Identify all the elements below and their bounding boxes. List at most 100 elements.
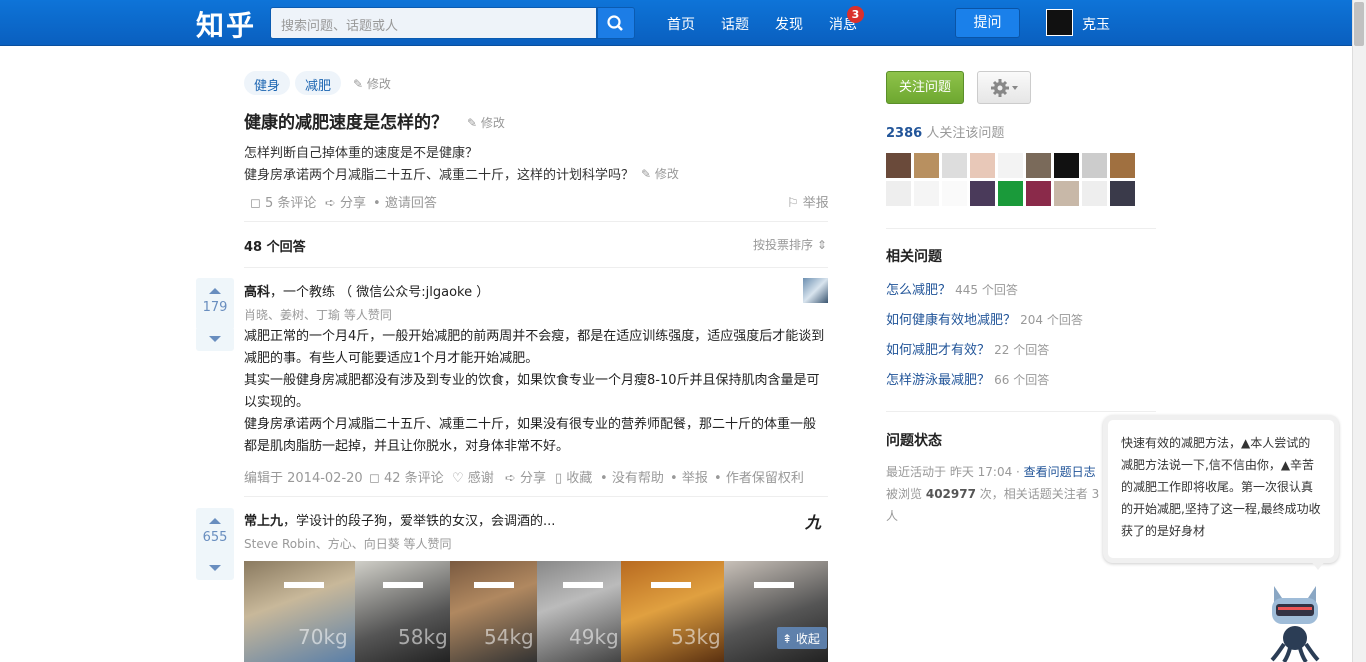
collapse-button[interactable]: ⇞ 收起	[777, 627, 827, 649]
up-arrow-icon	[209, 518, 221, 524]
nav-topics[interactable]: 话题	[721, 14, 749, 34]
nav-explore[interactable]: 发现	[775, 14, 803, 34]
flag-icon: ⚐	[787, 196, 799, 211]
scrollbar-thumb[interactable]	[1354, 2, 1364, 46]
topic-tag-fitness[interactable]: 健身	[244, 71, 291, 95]
collapse-label: 收起	[795, 632, 820, 646]
nav-home[interactable]: 首页	[667, 14, 695, 34]
answer-author-name[interactable]: 高科	[244, 285, 270, 300]
collect-label: 收藏	[566, 471, 593, 486]
status-people: 人	[886, 509, 899, 523]
no-help-link[interactable]: • 没有帮助	[600, 467, 664, 486]
related-questions-title: 相关问题	[886, 249, 942, 265]
thanks-link[interactable]: ♡ 感谢	[452, 467, 494, 486]
divider	[244, 221, 828, 222]
status-views: 被浏览 402977 次，相关话题关注者 3	[886, 485, 1099, 502]
eye-bar	[474, 582, 514, 588]
edit-detail-link[interactable]: ✎ 修改	[641, 165, 679, 182]
search-button[interactable]	[597, 7, 635, 39]
downvote-button[interactable]	[196, 327, 234, 351]
octocat-mascot-icon[interactable]	[1262, 576, 1328, 662]
follower-avatar[interactable]	[1110, 181, 1135, 206]
related-question-link[interactable]: 怎么减肥？	[886, 283, 951, 298]
ask-question-button[interactable]: 提问	[955, 8, 1020, 38]
follower-avatar[interactable]	[886, 153, 911, 178]
divider	[886, 228, 1156, 229]
follow-question-button[interactable]: 关注问题	[886, 71, 964, 104]
follower-avatar[interactable]	[970, 181, 995, 206]
user-avatar[interactable]	[1046, 9, 1073, 36]
follower-avatar[interactable]	[1026, 153, 1051, 178]
invite-answer-label: 邀请回答	[384, 196, 437, 211]
related-question-count: 66 个回答	[994, 373, 1050, 387]
promo-tooltip[interactable]: 快速有效的减肥方法，▲本人尝试的减肥方法说一下,信不信由你，▲辛苦的减肥工作即将…	[1103, 415, 1339, 563]
related-question-link[interactable]: 如何健康有效地减肥？	[886, 313, 1016, 328]
answer-voters[interactable]: Steve Robin、方心、向日葵 等人赞同	[244, 535, 452, 552]
topic-tag-weightloss[interactable]: 减肥	[295, 71, 342, 95]
follower-avatar[interactable]	[1082, 153, 1107, 178]
follower-avatar[interactable]	[1110, 153, 1135, 178]
follower-avatar[interactable]	[942, 153, 967, 178]
answer-report-link[interactable]: • 举报	[670, 467, 708, 486]
page-scrollbar[interactable]	[1352, 0, 1366, 662]
down-arrow-icon	[209, 565, 221, 571]
answer-voters[interactable]: 肖晓、姜树、丁瑜 等人赞同	[244, 306, 392, 323]
downvote-button[interactable]	[196, 556, 234, 580]
follower-avatar[interactable]	[970, 153, 995, 178]
related-question-link[interactable]: 怎样游泳最减肥？	[886, 373, 990, 388]
question-report-label: 举报	[802, 196, 829, 211]
status-activity-text: 最近活动于 昨天 17:04 ·	[886, 465, 1020, 479]
follower-avatar[interactable]	[942, 181, 967, 206]
answer-share-link[interactable]: ➪ 分享	[505, 467, 546, 486]
heart-icon: ♡	[452, 471, 464, 486]
follower-avatar[interactable]	[998, 181, 1023, 206]
answer-author-avatar[interactable]	[803, 278, 828, 303]
user-name[interactable]: 克玉	[1082, 14, 1110, 34]
question-share-link[interactable]: ➪ 分享	[325, 192, 366, 211]
answer-comments-link[interactable]: ◻ 42 条评论	[369, 467, 444, 486]
question-detail-line1: 怎样判断自己掉体重的速度是不是健康？	[244, 146, 479, 161]
collect-link[interactable]: ▯ 收藏	[555, 467, 592, 486]
question-comments-link[interactable]: ◻ 5 条评论	[250, 192, 316, 211]
question-log-link[interactable]: 查看问题日志	[1024, 465, 1096, 479]
search-input[interactable]: 搜索问题、话题或人	[270, 7, 597, 39]
settings-dropdown-button[interactable]	[977, 71, 1031, 104]
answer-edited-date[interactable]: 编辑于 2014-02-20	[244, 467, 363, 486]
pencil-icon: ✎	[641, 167, 652, 181]
rights-notice: • 作者保留权利	[714, 471, 804, 486]
follower-avatar[interactable]	[998, 153, 1023, 178]
follower-avatar[interactable]	[886, 181, 911, 206]
sort-toggle[interactable]: 按投票排序 ⇕	[753, 236, 827, 253]
answer-report-label: 举报	[681, 471, 708, 486]
search-icon	[607, 15, 623, 31]
sort-label: 按投票排序	[753, 238, 814, 252]
weight-label: 58kg	[398, 625, 448, 649]
pencil-icon: ✎	[467, 116, 478, 130]
follower-avatar[interactable]	[1026, 181, 1051, 206]
zhihu-logo[interactable]: 知乎	[196, 4, 256, 44]
views-suffix: 次，相关话题关注者 3	[979, 487, 1100, 501]
search-placeholder: 搜索问题、话题或人	[281, 19, 399, 34]
follower-avatar[interactable]	[914, 153, 939, 178]
follower-avatar[interactable]	[1082, 181, 1107, 206]
share-icon: ➪	[325, 196, 336, 211]
related-question-link[interactable]: 如何减肥才有效？	[886, 343, 990, 358]
divider	[886, 411, 1156, 412]
question-report-link[interactable]: ⚐ 举报	[787, 192, 829, 211]
upvote-button[interactable]: 655	[196, 508, 234, 560]
follower-avatar[interactable]	[1054, 181, 1079, 206]
invite-answer-link[interactable]: • 邀请回答	[373, 192, 437, 211]
edit-title-link[interactable]: ✎ 修改	[467, 114, 505, 131]
related-question-item: 如何健康有效地减肥？ 204 个回答	[886, 309, 1083, 328]
author-logo-avatar[interactable]: 九	[805, 509, 821, 533]
followers-count[interactable]: 2386	[886, 126, 922, 141]
answer-author-bio: ，一个教练 （ 微信公众号:jlgaoke ）	[270, 285, 490, 300]
thanks-label: 感谢	[467, 471, 494, 486]
related-question-item: 怎么减肥？ 445 个回答	[886, 279, 1018, 298]
follower-avatar[interactable]	[914, 181, 939, 206]
answer-paragraph: 减肥正常的一个月4斤，一般开始减肥的前两周并不会瘦，都是在适应训练强度，适应强度…	[244, 329, 825, 366]
answer-author-name[interactable]: 常上九	[244, 514, 283, 529]
upvote-button[interactable]: 179	[196, 278, 234, 330]
follower-avatar[interactable]	[1054, 153, 1079, 178]
edit-tags-link[interactable]: ✎ 修改	[353, 75, 391, 92]
